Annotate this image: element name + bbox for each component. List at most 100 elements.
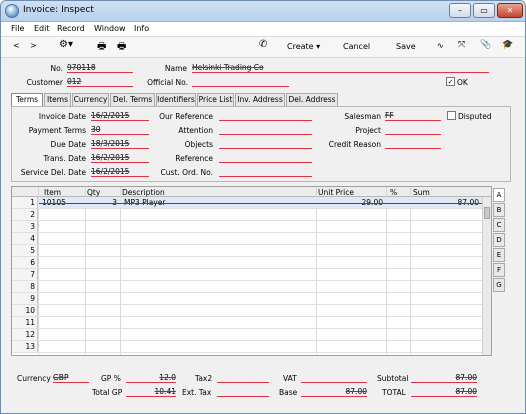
row-number: 4 (12, 233, 38, 244)
row-number: 5 (12, 245, 38, 256)
table-row[interactable]: 8 (12, 281, 482, 293)
name-field[interactable]: Helsinki Trading Co (192, 63, 489, 73)
side-tab-g[interactable]: G (493, 278, 505, 292)
menu-file[interactable]: File (11, 24, 24, 33)
maximize-button[interactable]: ▭ (473, 3, 495, 18)
side-tab-d[interactable]: D (493, 233, 505, 247)
tax2-label: Tax2 (195, 374, 213, 383)
ext-tax-label: Ext. Tax (182, 388, 212, 397)
project-field[interactable] (385, 125, 441, 135)
table-row[interactable]: 12 (12, 329, 482, 341)
col-description[interactable]: Description (122, 188, 165, 197)
due-date-label: Due Date (50, 140, 86, 149)
print-icon[interactable]: 🖶 (97, 39, 106, 56)
side-tab-c[interactable]: C (493, 218, 505, 232)
attachment-icon[interactable]: 📎 (480, 40, 491, 50)
due-date-field[interactable]: 18/3/2015 (91, 139, 149, 149)
reference-label: Reference (175, 154, 213, 163)
reference-field[interactable] (219, 153, 312, 163)
menu-info[interactable]: Info (134, 24, 149, 33)
gear-icon[interactable]: ⚙▾ (59, 39, 73, 50)
menu-record[interactable]: Record (57, 24, 85, 33)
tab-del-address[interactable]: Del. Address (286, 93, 338, 106)
tab-del-terms[interactable]: Del. Terms (110, 93, 155, 106)
gp-percent-label: GP % (101, 374, 121, 383)
app-icon[interactable] (5, 4, 19, 18)
cancel-button[interactable]: Cancel (343, 42, 370, 51)
tab-terms[interactable]: Terms (11, 93, 43, 107)
table-row[interactable]: 11 (12, 317, 482, 329)
table-row[interactable]: 13 (12, 341, 482, 353)
table-row[interactable]: 2 (12, 209, 482, 221)
table-row[interactable]: 3 (12, 221, 482, 233)
menu-window[interactable]: Window (94, 24, 126, 33)
col-percent[interactable]: % (390, 188, 397, 197)
project-label: Project (355, 126, 381, 135)
tab-price-list[interactable]: Price List (197, 93, 234, 106)
service-del-date-label: Service Del. Date (20, 168, 86, 177)
currency-label: Currency (17, 374, 51, 383)
invoice-date-field[interactable]: 16/2/2015 (91, 111, 149, 121)
table-row[interactable]: 1101053MP3 Player29.0087.00 (12, 197, 482, 209)
ok-checkbox[interactable]: ✓ (446, 77, 455, 86)
attention-field[interactable] (219, 125, 312, 135)
scroll-thumb[interactable] (484, 207, 490, 219)
cust-ord-no-field[interactable] (219, 167, 312, 177)
customer-field[interactable]: 012 (67, 77, 133, 87)
currency-field[interactable]: GBP (53, 373, 89, 383)
total-gp-label: Total GP (92, 388, 123, 397)
print-preview-icon[interactable]: 🖶 (117, 39, 126, 56)
credit-reason-field[interactable] (385, 139, 441, 149)
attention-label: Attention (178, 126, 213, 135)
side-tab-a[interactable]: A (493, 188, 505, 202)
disputed-checkbox[interactable] (447, 111, 456, 120)
activity-icon[interactable]: ∿ (437, 41, 444, 50)
official-no-label: Official No. (147, 78, 188, 87)
grid-header: Item Qty Description Unit Price % Sum (12, 187, 491, 197)
prev-record-icon[interactable]: < (13, 41, 20, 50)
trans-date-field[interactable]: 16/2/2015 (91, 153, 149, 163)
table-row[interactable]: 5 (12, 245, 482, 257)
objects-field[interactable] (219, 139, 312, 149)
col-qty[interactable]: Qty (87, 188, 100, 197)
table-row[interactable]: 6 (12, 257, 482, 269)
table-row[interactable]: 4 (12, 233, 482, 245)
save-button[interactable]: Save (396, 42, 416, 51)
side-tab-e[interactable]: E (493, 248, 505, 262)
side-tab-b[interactable]: B (493, 203, 505, 217)
close-button[interactable]: ✕ (497, 3, 523, 18)
row-strike (39, 203, 482, 204)
base-label: Base (279, 388, 298, 397)
no-field[interactable]: 970118 (67, 63, 133, 73)
phone-icon[interactable]: ✆ (259, 39, 267, 50)
payment-terms-field[interactable]: 30 (91, 125, 149, 135)
col-unit-price[interactable]: Unit Price (318, 188, 354, 197)
table-row[interactable]: 9 (12, 293, 482, 305)
total-gp-field: 10.41 (126, 387, 176, 397)
window-title: Invoice: Inspect (23, 5, 94, 15)
tab-currency[interactable]: Currency (72, 93, 109, 106)
minimize-button[interactable]: – (449, 3, 471, 18)
our-reference-field[interactable] (219, 111, 312, 121)
tab-items[interactable]: Items (44, 93, 71, 106)
col-item[interactable]: Item (44, 188, 61, 197)
side-tab-f[interactable]: F (493, 263, 505, 277)
cap-icon[interactable]: 🎓 (502, 40, 513, 50)
col-sum[interactable]: Sum (413, 188, 430, 197)
invoice-window: Invoice: Inspect – ▭ ✕ File Edit Record … (0, 0, 526, 414)
next-record-icon[interactable]: > (30, 41, 37, 50)
official-no-field[interactable] (192, 77, 289, 87)
table-row[interactable]: 7 (12, 269, 482, 281)
row-number: 1 (12, 197, 38, 208)
menu-edit[interactable]: Edit (34, 24, 50, 33)
row-number: 3 (12, 221, 38, 232)
grid-scrollbar[interactable] (482, 197, 491, 355)
create-button[interactable]: Create ▾ (287, 42, 320, 51)
tab-inv-address[interactable]: Inv. Address (235, 93, 285, 106)
service-del-date-field[interactable]: 16/2/2015 (91, 167, 149, 177)
toolbar: < > ⚙▾ 🖶 🖶 ✆ Create ▾ Cancel Save ∿ ⤧ 📎 … (1, 37, 525, 58)
salesman-field[interactable]: FF (385, 111, 441, 121)
table-row[interactable]: 10 (12, 305, 482, 317)
tab-identifiers[interactable]: Identifiers (156, 93, 196, 106)
expand-icon[interactable]: ⤧ (458, 40, 465, 50)
